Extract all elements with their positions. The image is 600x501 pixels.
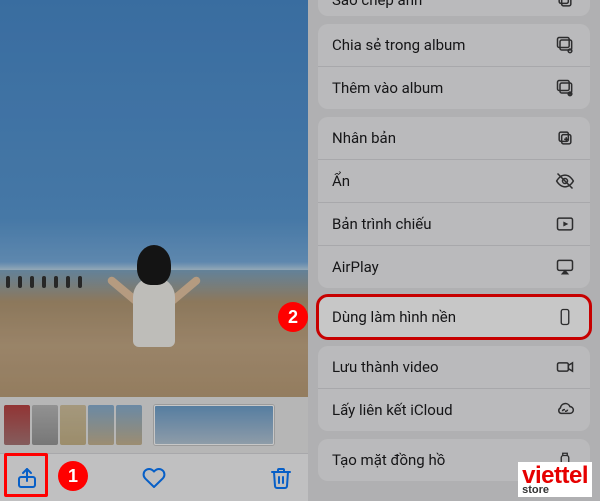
heart-icon[interactable]	[141, 465, 167, 491]
menu-item-slideshow[interactable]: Bản trình chiếu	[318, 202, 590, 245]
menu-item-add-to-album[interactable]: Thêm vào album	[318, 66, 590, 109]
menu-group-export: Lưu thành video Lấy liên kết iCloud	[318, 346, 590, 431]
copy-icon	[554, 0, 576, 11]
thumbnail[interactable]	[88, 405, 114, 445]
share-icon[interactable]	[14, 465, 40, 491]
airplay-icon	[554, 256, 576, 278]
menu-label: Tạo mặt đồng hồ	[332, 451, 445, 469]
thumbnail[interactable]	[60, 405, 86, 445]
thumbnail[interactable]	[116, 405, 142, 445]
add-album-icon	[554, 77, 576, 99]
photo-detail-pane	[0, 0, 308, 501]
play-icon	[554, 213, 576, 235]
menu-item-hide[interactable]: Ẩn	[318, 159, 590, 202]
menu-group-album: Chia sẻ trong album Thêm vào album	[318, 24, 590, 109]
video-icon	[554, 356, 576, 378]
shared-album-icon	[554, 34, 576, 56]
menu-label: Sao chép ảnh	[332, 0, 422, 9]
menu-item-watch-face[interactable]: Tạo mặt đồng hồ	[318, 439, 590, 481]
menu-label: Nhân bản	[332, 129, 396, 147]
menu-item-share-in-album[interactable]: Chia sẻ trong album	[318, 24, 590, 66]
cloud-link-icon	[554, 399, 576, 421]
menu-label: Ẩn	[332, 172, 350, 190]
thumbnail-selected[interactable]	[154, 405, 274, 445]
bottom-toolbar	[0, 453, 308, 501]
menu-label: Lưu thành video	[332, 358, 439, 376]
phone-icon	[554, 306, 576, 328]
menu-label: AirPlay	[332, 258, 379, 276]
menu-item-save-video[interactable]: Lưu thành video	[318, 346, 590, 388]
hide-icon	[554, 170, 576, 192]
thumbnail[interactable]	[4, 405, 30, 445]
menu-item-use-as-wallpaper[interactable]: Dùng làm hình nền	[318, 296, 590, 338]
menu-item-duplicate[interactable]: Nhân bản	[318, 117, 590, 159]
photo-subject	[114, 245, 194, 365]
thumbnail[interactable]	[32, 405, 58, 445]
menu-label: Bản trình chiếu	[332, 215, 431, 233]
trash-icon[interactable]	[268, 465, 294, 491]
menu-item-copy-photo[interactable]: Sao chép ảnh	[318, 0, 590, 16]
menu-label: Dùng làm hình nền	[332, 308, 456, 326]
share-sheet: Sao chép ảnh Chia sẻ trong album Thêm và…	[308, 0, 600, 501]
menu-label: Chia sẻ trong album	[332, 36, 465, 54]
menu-item-icloud-link[interactable]: Lấy liên kết iCloud	[318, 388, 590, 431]
menu-label: Thêm vào album	[332, 79, 443, 97]
photo-preview[interactable]	[0, 0, 308, 397]
duplicate-icon	[554, 127, 576, 149]
menu-group-watch: Tạo mặt đồng hồ	[318, 439, 590, 481]
filmstrip[interactable]	[0, 397, 308, 453]
menu-item-airplay[interactable]: AirPlay	[318, 245, 590, 288]
watch-icon	[554, 449, 576, 471]
menu-label: Lấy liên kết iCloud	[332, 401, 453, 419]
menu-group-actions: Nhân bản Ẩn Bản trình chiếu AirPlay	[318, 117, 590, 288]
